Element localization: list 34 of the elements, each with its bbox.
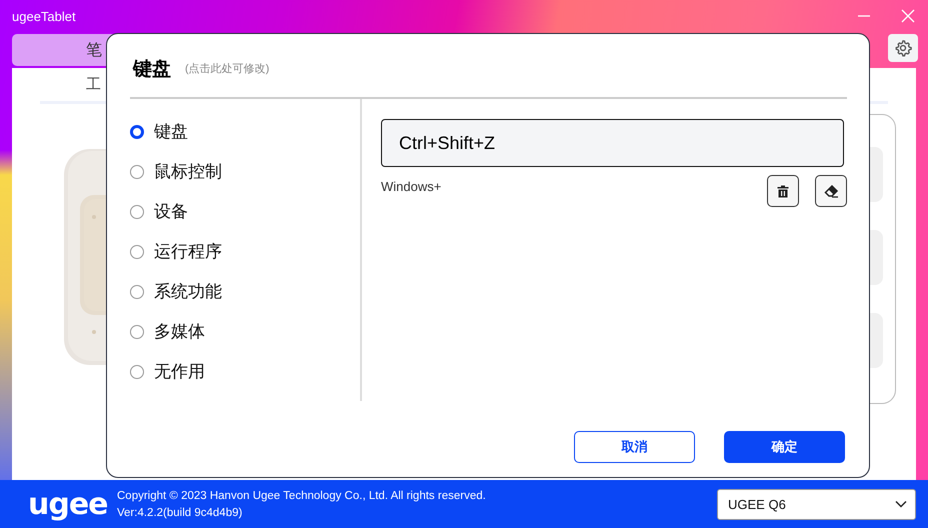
radio-button[interactable]	[130, 164, 144, 178]
eraser-icon	[824, 184, 838, 198]
confirm-button[interactable]: 确定	[724, 431, 845, 463]
settings-button[interactable]	[888, 34, 918, 62]
trash-icon	[777, 184, 789, 198]
radio-option[interactable]: 系统功能	[130, 280, 360, 303]
radio-option[interactable]: 运行程序	[130, 240, 360, 263]
delete-button[interactable]	[767, 175, 799, 207]
shortcut-field[interactable]: Ctrl+Shift+Z	[381, 119, 844, 167]
radio-option[interactable]: 鼠标控制	[130, 160, 360, 183]
radio-button[interactable]	[130, 324, 144, 338]
radio-option[interactable]: 键盘	[130, 120, 360, 143]
radio-button[interactable]	[130, 124, 144, 138]
radio-button[interactable]	[130, 244, 144, 258]
settings-icon	[894, 39, 912, 57]
radio-button[interactable]	[130, 284, 144, 298]
logo: ugee	[28, 486, 109, 522]
copyright-text: Copyright © 2023 Hanvon Ugee Technology Co., Ltd. All rights reserved.	[117, 490, 487, 502]
device-dropdown[interactable]: UGEE Q6	[717, 488, 916, 520]
tab[interactable]: 工	[40, 68, 101, 101]
radio-option[interactable]: 多媒体	[130, 320, 360, 343]
radio-button[interactable]	[130, 364, 144, 378]
close-icon[interactable]	[900, 8, 916, 24]
cancel-button[interactable]: 取消	[574, 431, 695, 463]
clear-button[interactable]	[815, 175, 847, 207]
radio-button[interactable]	[130, 204, 144, 218]
radio-option[interactable]: 设备	[130, 200, 360, 223]
radio-option[interactable]: 无作用	[130, 360, 360, 383]
version-text: Ver:4.2.2(build 9c4d4b9)	[117, 506, 244, 518]
hint-text: (点击此处可修改)	[185, 62, 270, 76]
window-title: ugeeTablet	[12, 8, 77, 24]
chevron-down-icon	[895, 500, 907, 508]
modifier-label: Windows+	[381, 179, 442, 194]
dialog-title[interactable]: 键盘	[133, 56, 171, 82]
